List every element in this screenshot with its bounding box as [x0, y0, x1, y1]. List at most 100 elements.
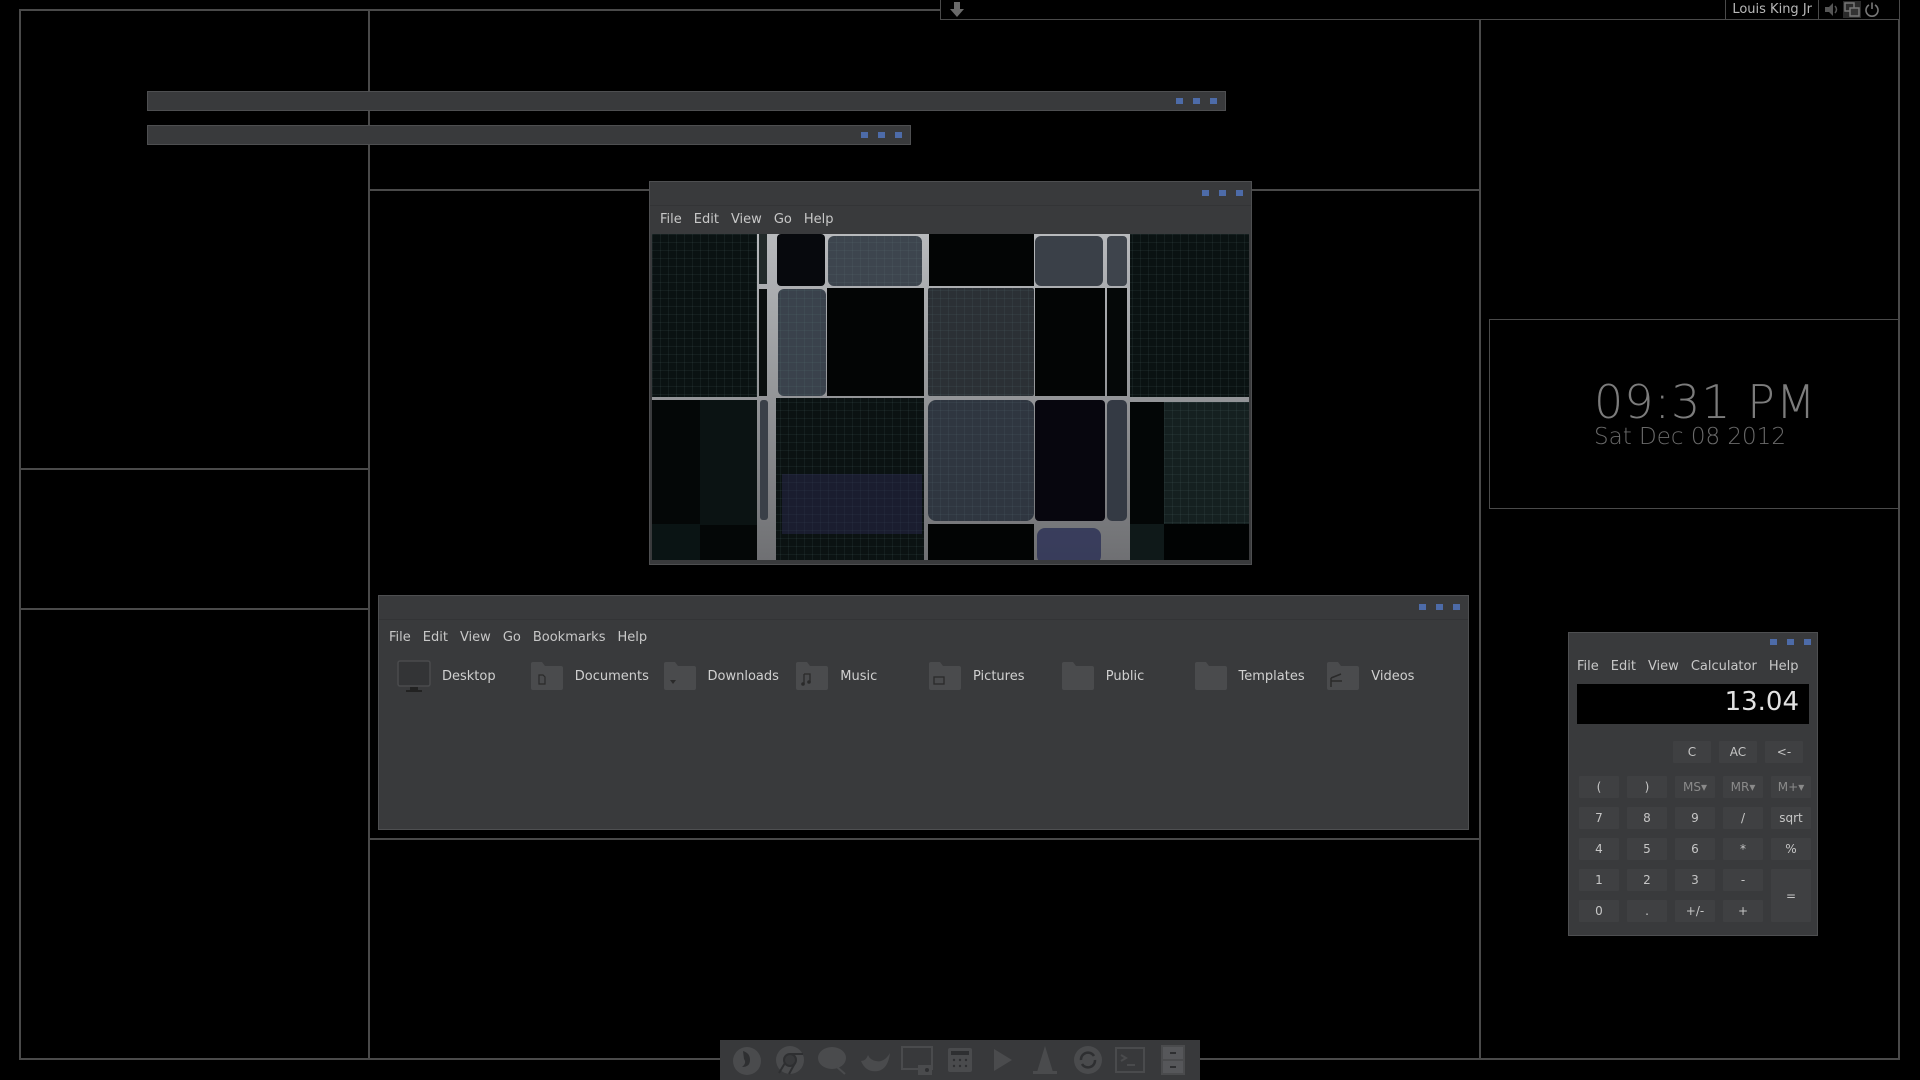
terminal-icon[interactable] [1113, 1043, 1147, 1077]
minimize-button[interactable] [1419, 604, 1426, 610]
key-percent[interactable]: % [1771, 838, 1811, 860]
maximize-button[interactable] [1193, 98, 1200, 104]
menu-edit[interactable]: Edit [688, 212, 725, 227]
key-5[interactable]: 5 [1627, 838, 1667, 860]
videos-folder-icon [1327, 662, 1360, 690]
key-close-paren[interactable]: ) [1627, 776, 1667, 798]
menu-help[interactable]: Help [798, 212, 840, 227]
minimize-button[interactable] [1202, 190, 1209, 196]
folder-item-desktop[interactable]: Desktop [396, 656, 529, 696]
backspace-button[interactable]: <- [1765, 741, 1803, 763]
media-player-icon[interactable] [985, 1043, 1019, 1077]
clear-button[interactable]: C [1673, 741, 1711, 763]
window-switcher-icon[interactable] [1843, 1, 1861, 18]
grid-line [368, 9, 370, 1060]
power-icon[interactable] [1863, 1, 1881, 18]
screen-capture-icon[interactable] [900, 1043, 934, 1077]
wallpaper-image [652, 234, 1249, 560]
key-sqrt[interactable]: sqrt [1771, 807, 1811, 829]
key-subtract[interactable]: - [1723, 869, 1763, 891]
window-bar[interactable] [147, 91, 1226, 111]
menu-edit[interactable]: Edit [1605, 659, 1642, 674]
close-button[interactable] [895, 132, 902, 138]
menu-bar: File Edit View Go Help [650, 206, 1251, 232]
key-open-paren[interactable]: ( [1579, 776, 1619, 798]
menu-file[interactable]: File [383, 630, 417, 645]
pictures-folder-icon [929, 662, 961, 690]
title-bar[interactable] [379, 596, 1468, 620]
close-button[interactable] [1453, 604, 1460, 610]
close-button[interactable] [1804, 639, 1811, 645]
menu-file[interactable]: File [654, 212, 688, 227]
key-4[interactable]: 4 [1579, 838, 1619, 860]
menu-help[interactable]: Help [611, 630, 653, 645]
menu-view[interactable]: View [1642, 659, 1685, 674]
key-add[interactable]: + [1723, 900, 1763, 922]
folder-item-pictures[interactable]: Pictures [927, 656, 1060, 696]
close-button[interactable] [1236, 190, 1243, 196]
menu-view[interactable]: View [725, 212, 768, 227]
maximize-button[interactable] [878, 132, 885, 138]
key-7[interactable]: 7 [1579, 807, 1619, 829]
folder-label: Music [840, 668, 878, 684]
folder-item-downloads[interactable]: Downloads [662, 656, 795, 696]
calculator-icon[interactable] [943, 1043, 977, 1077]
minimize-button[interactable] [1176, 98, 1183, 104]
title-bar[interactable] [650, 182, 1251, 206]
key-2[interactable]: 2 [1627, 869, 1667, 891]
menu-file[interactable]: File [1571, 659, 1605, 674]
folder-item-public[interactable]: Public [1060, 656, 1193, 696]
file-manager-window: File Edit View Go Bookmarks Help Desktop… [378, 595, 1469, 830]
menu-view[interactable]: View [454, 630, 497, 645]
file-cabinet-icon[interactable] [1156, 1043, 1190, 1077]
key-divide[interactable]: / [1723, 807, 1763, 829]
menu-bookmarks[interactable]: Bookmarks [527, 630, 612, 645]
key-memory-recall[interactable]: MR▾ [1723, 776, 1763, 798]
volume-icon[interactable] [1823, 1, 1841, 18]
key-9[interactable]: 9 [1675, 807, 1715, 829]
key-memory-add[interactable]: M+▾ [1771, 776, 1811, 798]
thunderbird-icon[interactable] [858, 1043, 892, 1077]
folder-item-templates[interactable]: Templates [1193, 656, 1326, 696]
maximize-button[interactable] [1787, 639, 1794, 645]
download-arrow-icon[interactable] [949, 1, 965, 18]
chat-icon[interactable] [815, 1043, 849, 1077]
minimize-button[interactable] [1770, 639, 1777, 645]
folder-label: Templates [1238, 668, 1305, 684]
window-bar[interactable] [147, 125, 911, 145]
title-bar[interactable] [1569, 633, 1817, 651]
key-3[interactable]: 3 [1675, 869, 1715, 891]
folder-item-documents[interactable]: Documents [529, 656, 662, 696]
calculator-window: File Edit View Calculator Help 13.04 C A… [1568, 632, 1818, 936]
maximize-button[interactable] [1436, 604, 1443, 610]
key-decimal[interactable]: . [1627, 900, 1667, 922]
key-6[interactable]: 6 [1675, 838, 1715, 860]
all-clear-button[interactable]: AC [1719, 741, 1757, 763]
user-name[interactable]: Louis King Jr [1725, 0, 1819, 19]
key-equals[interactable]: = [1771, 869, 1811, 922]
key-memory-store[interactable]: MS▾ [1675, 776, 1715, 798]
calculator-display[interactable]: 13.04 [1577, 684, 1809, 724]
folder-label: Downloads [707, 668, 779, 684]
key-1[interactable]: 1 [1579, 869, 1619, 891]
top-panel: Louis King Jr [940, 0, 1900, 20]
menu-go[interactable]: Go [768, 212, 798, 227]
chrome-icon[interactable] [773, 1043, 807, 1077]
menu-edit[interactable]: Edit [417, 630, 454, 645]
folder-item-videos[interactable]: Videos [1325, 656, 1458, 696]
update-icon[interactable] [1071, 1043, 1105, 1077]
menu-calculator[interactable]: Calculator [1685, 659, 1763, 674]
menu-help[interactable]: Help [1763, 659, 1805, 674]
close-button[interactable] [1210, 98, 1217, 104]
key-negate[interactable]: +/- [1675, 900, 1715, 922]
firefox-icon[interactable] [730, 1043, 764, 1077]
maximize-button[interactable] [1219, 190, 1226, 196]
key-0[interactable]: 0 [1579, 900, 1619, 922]
minimize-button[interactable] [861, 132, 868, 138]
menu-go[interactable]: Go [497, 630, 527, 645]
folder-item-music[interactable]: Music [794, 656, 927, 696]
vlc-icon[interactable] [1028, 1043, 1062, 1077]
key-multiply[interactable]: * [1723, 838, 1763, 860]
grid-line [1479, 19, 1481, 1060]
key-8[interactable]: 8 [1627, 807, 1667, 829]
